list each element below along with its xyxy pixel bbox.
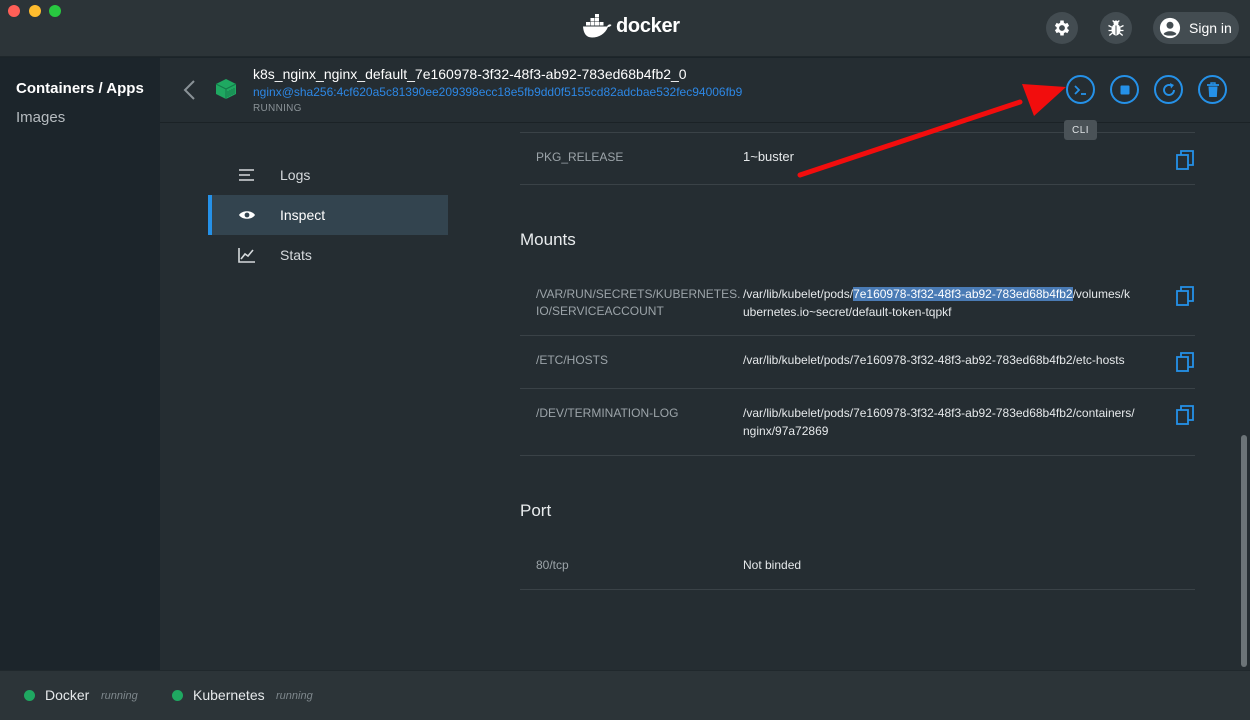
trash-icon [1206,81,1219,97]
stop-icon [1120,85,1129,94]
docker-status-label: Docker [45,687,90,703]
nav-containers-apps[interactable]: Containers / Apps [16,80,144,97]
brand-name: docker [616,14,680,37]
mount-value: /var/lib/kubelet/pods/7e160978-3f32-48f3… [743,404,1163,440]
mount-value-line: /var/lib/kubelet/pods/7e160978-3f32-48f3… [743,285,1163,303]
mount-key: /VAR/RUN/SECRETS/KUBERNETES. IO/SERVICEA… [536,286,741,320]
port-key: 80/tcp [536,558,569,572]
kubernetes-status-indicator [172,690,183,701]
mount-key: /DEV/TERMINATION-LOG [536,406,679,420]
container-detail-pane: Logs Inspect Stats PKG_RELEASE 1~buster … [160,58,1250,670]
left-navigation: Containers / Apps Images [0,58,160,670]
gear-icon [1054,20,1070,36]
close-window-button[interactable] [8,5,20,17]
scrollbar[interactable] [1238,123,1250,670]
container-name: k8s_nginx_nginx_default_7e160978-3f32-48… [253,66,687,82]
mount-row: /ETC/HOSTS /var/lib/kubelet/pods/7e16097… [520,336,1195,389]
kubernetes-status-label: Kubernetes [193,687,265,703]
kubernetes-status-state: running [276,690,313,702]
chart-icon [238,247,268,263]
cli-button[interactable] [1066,75,1095,104]
copy-icon[interactable] [1175,286,1195,306]
troubleshoot-button[interactable] [1100,12,1132,44]
container-header: k8s_nginx_nginx_default_7e160978-3f32-48… [160,58,1250,123]
maximize-window-button[interactable] [49,5,61,17]
tab-stats-label: Stats [280,247,312,263]
tab-logs-label: Logs [280,167,311,183]
copy-icon[interactable] [1175,150,1195,170]
tab-stats[interactable]: Stats [208,235,448,275]
restart-button[interactable] [1154,75,1183,104]
tab-inspect-label: Inspect [280,207,326,223]
delete-button[interactable] [1198,75,1227,104]
mount-value-text: /var/lib/kubelet/pods/ [743,287,854,301]
port-row: 80/tcp Not binded [520,536,1195,590]
selected-text: 7e160978-3f32-48f3-ab92-783ed68b4fb2 [853,287,1073,301]
status-bar: Docker running Kubernetes running [0,670,1250,720]
mount-value: /var/lib/kubelet/pods/7e160978-3f32-48f3… [743,285,1163,321]
back-arrow-icon[interactable] [180,78,200,102]
eye-icon [238,209,268,221]
container-status: RUNNING [253,103,302,114]
restart-icon [1162,82,1175,96]
tab-inspect[interactable]: Inspect [208,195,448,235]
mount-row: /DEV/TERMINATION-LOG /var/lib/kubelet/po… [520,389,1195,456]
terminal-icon [1073,84,1086,95]
copy-icon[interactable] [1175,352,1195,372]
mount-key-line: IO/SERVICEACCOUNT [536,304,664,318]
port-value: Not binded [743,558,802,572]
docker-logo: docker [582,14,680,38]
logs-icon [238,168,268,182]
container-cube-icon [215,79,237,99]
title-bar: docker Sign in [0,0,1250,57]
mount-key: /ETC/HOSTS [536,353,609,367]
annotation-arrow [797,84,1066,178]
mount-value-line: /var/lib/kubelet/pods/7e160978-3f32-48f3… [743,406,1135,420]
tab-logs[interactable]: Logs [208,155,448,195]
mount-value: /var/lib/kubelet/pods/7e160978-3f32-48f3… [743,353,1125,367]
minimize-window-button[interactable] [29,5,41,17]
env-key: PKG_RELEASE [536,150,624,164]
nav-images[interactable]: Images [16,109,65,126]
docker-status-indicator [24,690,35,701]
settings-button[interactable] [1046,12,1078,44]
mount-value-line: ubernetes.io~secret/default-token-tqpkf [743,305,952,319]
mount-row: /VAR/RUN/SECRETS/KUBERNETES. IO/SERVICEA… [520,269,1195,336]
scrollbar-thumb[interactable] [1241,435,1247,667]
port-title: Port [520,501,552,520]
mount-key-line: /VAR/RUN/SECRETS/KUBERNETES. [536,287,741,301]
stop-button[interactable] [1110,75,1139,104]
mount-value-line: nginx/97a72869 [743,424,829,438]
copy-icon[interactable] [1175,405,1195,425]
account-icon [1159,17,1181,39]
mounts-title: Mounts [520,230,576,249]
docker-status-state: running [101,690,138,702]
mount-value-text: /volumes/k [1072,287,1130,301]
sign-in-button[interactable]: Sign in [1153,12,1239,44]
whale-icon [583,14,612,38]
container-image-link[interactable]: nginx@sha256:4cf620a5c81390ee209398ecc18… [253,85,742,99]
sign-in-label: Sign in [1189,20,1232,36]
bug-icon [1108,20,1124,37]
